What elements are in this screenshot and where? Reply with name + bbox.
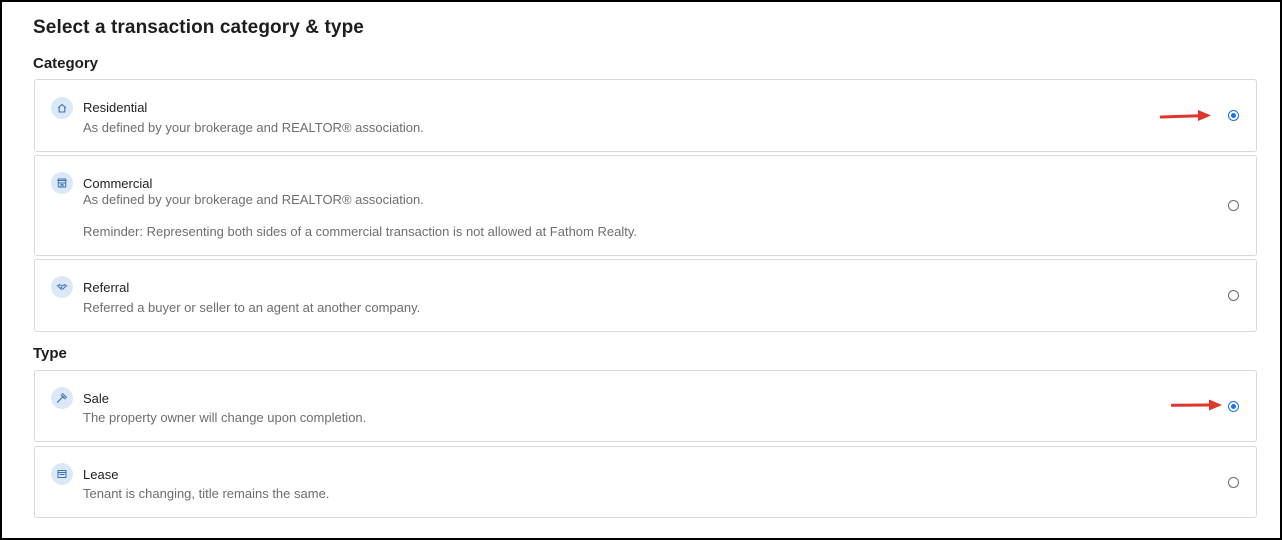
page-title: Select a transaction category & type bbox=[33, 17, 364, 38]
option-label: Lease bbox=[83, 467, 119, 482]
category-option-referral[interactable]: Referral Referred a buyer or seller to a… bbox=[34, 259, 1257, 332]
type-heading: Type bbox=[33, 345, 67, 362]
option-description: As defined by your brokerage and REALTOR… bbox=[83, 192, 424, 207]
house-icon bbox=[51, 97, 73, 119]
option-description: Referred a buyer or seller to an agent a… bbox=[83, 300, 421, 315]
option-label: Referral bbox=[83, 280, 130, 295]
category-heading: Category bbox=[33, 55, 99, 72]
option-description: The property owner will change upon comp… bbox=[83, 410, 367, 425]
option-label: Sale bbox=[83, 391, 110, 406]
commercial-reminder-text: Reminder: Representing both sides of a c… bbox=[83, 224, 637, 239]
radio-referral[interactable] bbox=[1228, 290, 1239, 301]
radio-commercial[interactable] bbox=[1228, 200, 1239, 211]
annotation-arrow-icon bbox=[1171, 399, 1222, 411]
storefront-icon bbox=[51, 172, 73, 194]
category-option-residential[interactable]: Residential As defined by your brokerage… bbox=[34, 79, 1257, 152]
category-option-commercial[interactable]: Commercial As defined by your brokerage … bbox=[34, 155, 1257, 256]
radio-sale[interactable] bbox=[1228, 401, 1239, 412]
radio-residential[interactable] bbox=[1228, 110, 1239, 121]
handshake-icon bbox=[51, 276, 73, 298]
option-label: Residential bbox=[83, 100, 148, 115]
option-label: Commercial bbox=[83, 176, 153, 191]
transaction-selector-panel: Select a transaction category & type Cat… bbox=[0, 0, 1282, 540]
annotation-arrow-icon bbox=[1160, 110, 1211, 121]
option-description: As defined by your brokerage and REALTOR… bbox=[83, 120, 424, 135]
lease-icon bbox=[51, 463, 73, 485]
type-option-sale[interactable]: Sale The property owner will change upon… bbox=[34, 370, 1257, 442]
gavel-icon bbox=[51, 387, 73, 409]
type-option-lease[interactable]: Lease Tenant is changing, title remains … bbox=[34, 446, 1257, 518]
radio-lease[interactable] bbox=[1228, 477, 1239, 488]
option-description: Tenant is changing, title remains the sa… bbox=[83, 486, 330, 501]
